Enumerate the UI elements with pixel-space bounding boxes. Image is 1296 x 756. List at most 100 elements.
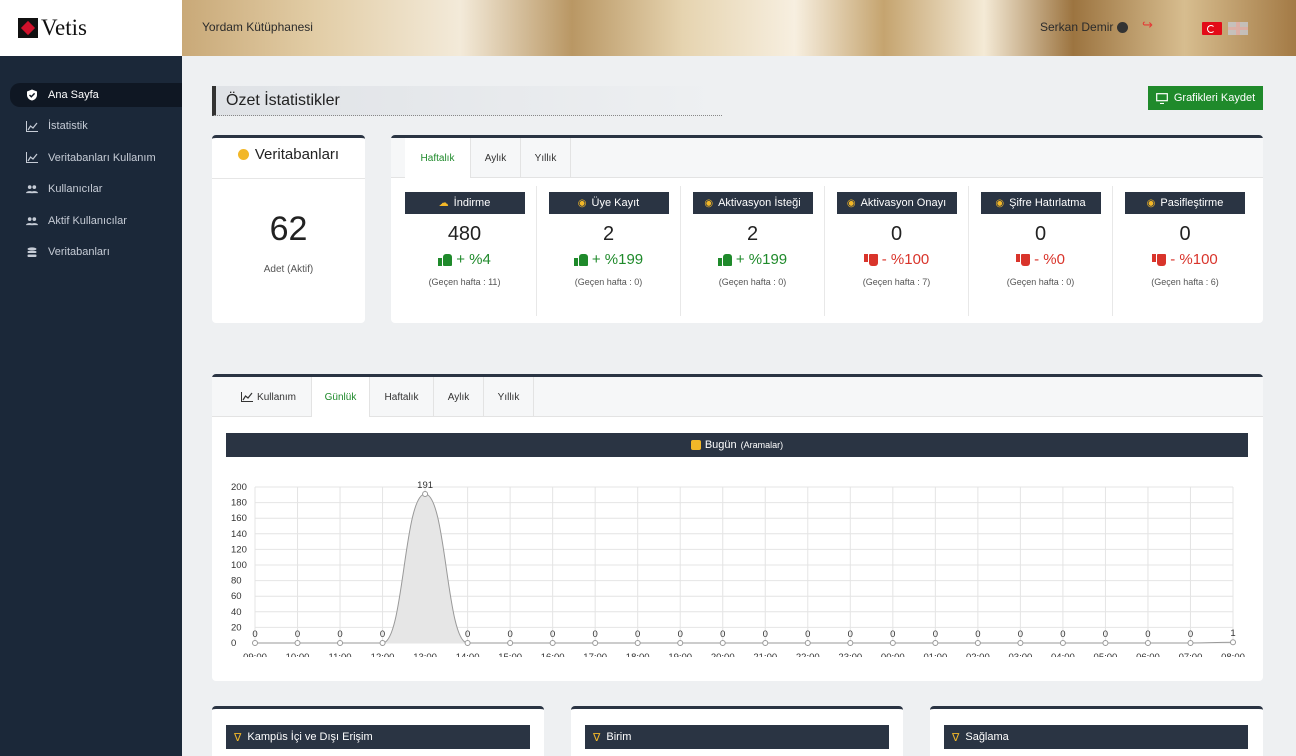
stat-trend: - %100 (825, 251, 968, 268)
sidebar-item-aktif-kullanicilar[interactable]: Aktif Kullanıcılar (10, 211, 182, 231)
stat-title: Üye Kayıt (591, 197, 640, 209)
stat-value: 2 (602, 223, 615, 245)
x-tick-label: 11:00 (329, 652, 352, 657)
sidebar-item-ana-sayfa[interactable]: Ana Sayfa (10, 83, 182, 107)
stat-sifre-hatirlatma: ◉ Şifre Hatırlatma 0 - %0 (Geçen hafta : … (969, 186, 1113, 316)
stat-trend-text: - %0 (1034, 251, 1065, 268)
data-point (974, 640, 981, 646)
divider (212, 178, 365, 179)
data-label: 0 (763, 629, 768, 640)
database-icon (237, 149, 249, 160)
series-area (255, 494, 1233, 643)
logo-text: Vetis (41, 15, 87, 40)
area-chart-icon (26, 152, 38, 164)
tab-kullanim[interactable]: Kullanım (226, 377, 312, 417)
tab-haftalik[interactable]: Haftalık (405, 138, 471, 178)
sidebar-item-label: Ana Sayfa (48, 89, 99, 101)
chart-title-bar: Bugün (Aramalar) (226, 433, 1248, 457)
data-point (932, 640, 939, 646)
y-tick-label: 160 (231, 513, 247, 524)
sidebar-item-kullanicilar[interactable]: Kullanıcılar (10, 179, 182, 199)
provider-card: ∇ Sağlama (930, 706, 1263, 756)
page-title: Özet İstatistikler (226, 91, 340, 109)
sidebar-item-label: Kullanıcılar (48, 183, 103, 195)
stat-pasiflestirme: ◉ Pasifleştirme 0 - %100 (Geçen hafta : 6… (1113, 186, 1257, 316)
chart-subtitle: (Aramalar) (740, 440, 784, 450)
stat-trend-text: - %100 (1170, 251, 1218, 268)
tab-yillik[interactable]: Yıllık (521, 138, 571, 178)
save-charts-button[interactable]: Grafikleri Kaydet (1148, 86, 1263, 110)
x-tick-label: 15:00 (498, 652, 522, 657)
user-name: Serkan Demir (1040, 20, 1114, 34)
data-label: 0 (720, 629, 725, 640)
stat-header: ◉ Pasifleştirme (1125, 192, 1245, 214)
stat-trend: - %100 (1113, 251, 1257, 268)
data-point (549, 640, 556, 646)
data-point (1017, 640, 1024, 646)
data-label: 0 (465, 629, 470, 640)
stat-trend: - %0 (969, 251, 1112, 268)
stat-header: ◉ Üye Kayıt (548, 192, 669, 214)
library-name: Yordam Kütüphanesi (202, 20, 313, 34)
stat-value: 480 (447, 223, 482, 245)
data-point (634, 640, 641, 646)
thumbs-down-icon (863, 253, 878, 266)
stat-header: ◉ Aktivasyon Onayı (836, 192, 957, 214)
x-tick-label: 16:00 (541, 652, 565, 657)
data-point (379, 640, 386, 646)
db-card-title-text: Veritabanları (254, 146, 340, 163)
logout-icon[interactable]: ↪ (1142, 18, 1156, 32)
logo[interactable]: Vetis (0, 0, 182, 56)
sidebar-item-istatistik[interactable]: İstatistik (10, 116, 182, 136)
x-tick-label: 21:00 (753, 652, 777, 657)
sidebar-item-label: Veritabanları Kullanım (48, 151, 156, 164)
thumbs-down-icon (1016, 253, 1031, 266)
data-point (1187, 640, 1194, 646)
stat-header: ◉ Şifre Hatırlatma (980, 192, 1101, 214)
data-label: 0 (1018, 629, 1023, 640)
tab-haftalik[interactable]: Haftalık (370, 377, 434, 417)
tab-yillik[interactable]: Yıllık (484, 377, 534, 417)
user-menu[interactable]: Serkan Demir (1040, 20, 1129, 34)
sidebar-item-veritabanlari[interactable]: Veritabanları (10, 242, 182, 262)
stat-title: Aktivasyon İsteği (718, 197, 801, 209)
data-point (464, 640, 471, 646)
english-flag-icon[interactable] (1228, 22, 1248, 35)
card-title: Kampüs İçi ve Dışı Erişim (247, 731, 373, 743)
y-tick-label: 0 (231, 638, 236, 649)
data-label: 0 (507, 629, 512, 640)
thumbs-down-icon (1152, 253, 1167, 266)
y-tick-label: 80 (231, 576, 242, 587)
tab-aylik[interactable]: Aylık (471, 138, 521, 178)
data-point (294, 640, 301, 646)
monitor-icon (1155, 92, 1168, 104)
filter-icon: ∇ (234, 731, 242, 744)
x-tick-label: 03:00 (1009, 652, 1033, 657)
stat-value: 0 (1179, 223, 1191, 245)
tab-aylik[interactable]: Aylık (434, 377, 484, 417)
x-tick-label: 07:00 (1179, 652, 1203, 657)
stat-previous: (Geçen hafta : 0) (574, 277, 643, 287)
stat-previous: (Geçen hafta : 6) (1151, 277, 1219, 287)
sidebar-item-veritabanlari-kullanim[interactable]: Veritabanları Kullanım (10, 148, 182, 168)
stat-trend-text: + %199 (735, 251, 788, 268)
save-charts-label: Grafikleri Kaydet (1173, 92, 1256, 104)
data-label: 0 (1103, 629, 1108, 640)
area-chart-icon (26, 120, 38, 132)
stat-trend-text: - %100 (881, 251, 930, 268)
sidebar-nav: Ana Sayfa İstatistik Veritabanları Kulla… (10, 83, 182, 274)
stat-value: 0 (1034, 223, 1047, 245)
x-tick-label: 14:00 (456, 652, 480, 657)
data-label: 0 (805, 629, 810, 640)
card-title: Birim (606, 731, 632, 743)
tab-gunluk[interactable]: Günlük (312, 377, 370, 417)
page-title-bar: Özet İstatistikler (212, 86, 722, 116)
data-point (252, 640, 258, 646)
stat-title: Pasifleştirme (1160, 197, 1224, 209)
stat-trend: + %4 (393, 251, 536, 268)
data-label: 0 (975, 629, 980, 640)
data-point (1059, 640, 1066, 646)
turkish-flag-icon[interactable] (1202, 22, 1222, 35)
filter-icon: ∇ (593, 731, 601, 744)
x-tick-label: 08:00 (1221, 652, 1245, 657)
